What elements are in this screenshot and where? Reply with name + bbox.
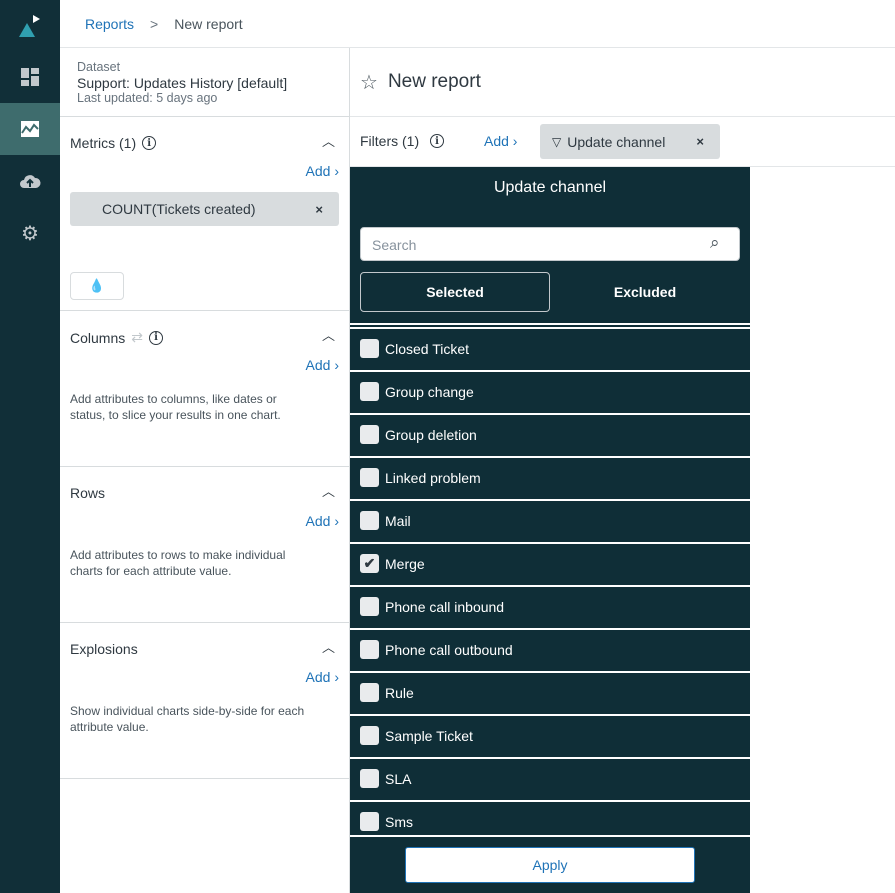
search-input[interactable]: Search bbox=[360, 227, 740, 261]
metric-pill[interactable]: COUNT(Tickets created) × bbox=[70, 192, 339, 226]
add-row-button[interactable]: Add › bbox=[306, 513, 339, 529]
option-label: Sample Ticket bbox=[385, 727, 473, 744]
option-label: Group change bbox=[385, 383, 474, 400]
checkbox[interactable]: ✔ bbox=[360, 554, 379, 573]
option-label: Linked problem bbox=[385, 469, 481, 486]
add-filter-button[interactable]: Add › bbox=[484, 133, 517, 149]
dataset-info: Dataset Support: Updates History [defaul… bbox=[60, 48, 349, 117]
add-explosion-button[interactable]: Add › bbox=[306, 669, 339, 685]
report-config-panel: Dataset Support: Updates History [defaul… bbox=[60, 48, 350, 893]
report-header: ☆ New report bbox=[350, 48, 895, 117]
option-label: SLA bbox=[385, 770, 412, 787]
info-icon[interactable]: i bbox=[148, 330, 163, 345]
columns-section: Columns ⇄ i ︿ Add › Add attributes to colu… bbox=[60, 311, 349, 467]
collapse-chevron-icon[interactable]: ︿ bbox=[322, 325, 335, 344]
metric-label: COUNT(Tickets created) bbox=[102, 201, 256, 217]
dataset-name[interactable]: Support: Updates History [default] bbox=[77, 75, 332, 91]
list-item[interactable]: Mail bbox=[350, 499, 750, 540]
filter-chip[interactable]: ▽ Update channel × bbox=[540, 124, 720, 159]
option-label: Rule bbox=[385, 684, 414, 701]
filters-bar: Filters (1) i Add › ▽ Update channel × bbox=[350, 117, 895, 167]
breadcrumb-reports-link[interactable]: Reports bbox=[85, 16, 134, 32]
star-icon[interactable]: ☆ bbox=[360, 70, 378, 95]
list-item[interactable]: Rule bbox=[350, 671, 750, 712]
report-title[interactable]: New report bbox=[388, 71, 481, 93]
checkbox[interactable] bbox=[360, 683, 379, 702]
explosions-section: Explosions ︿ Add › Show individual chart… bbox=[60, 623, 349, 779]
columns-title: Columns bbox=[70, 329, 126, 346]
gear-icon[interactable]: ⚙ bbox=[0, 207, 60, 259]
filter-icon: ▽ bbox=[552, 134, 562, 149]
option-label: Phone call inbound bbox=[385, 598, 505, 615]
explosions-title: Explosions bbox=[70, 641, 138, 657]
app-sidebar: ⚙ bbox=[0, 0, 60, 893]
dataset-label: Dataset bbox=[77, 60, 121, 74]
apply-button[interactable]: Apply bbox=[405, 847, 695, 883]
add-column-button[interactable]: Add › bbox=[306, 357, 339, 373]
dataset-updated: Last updated: 5 days ago bbox=[77, 91, 218, 105]
checkbox[interactable] bbox=[360, 382, 379, 401]
color-drop-button[interactable]: 💧 bbox=[70, 272, 124, 300]
list-item[interactable]: Linked problem bbox=[350, 456, 750, 497]
filter-popover: Update channel Search ⌕ Selected Exclude… bbox=[350, 167, 750, 893]
option-label: Sms bbox=[385, 813, 413, 830]
breadcrumb-current: New report bbox=[174, 15, 243, 32]
logo-icon[interactable] bbox=[0, 0, 60, 52]
option-label: Merge bbox=[385, 555, 425, 572]
list-item[interactable]: Group change bbox=[350, 370, 750, 411]
checkbox[interactable] bbox=[360, 339, 379, 358]
list-item[interactable]: Sms bbox=[350, 800, 750, 835]
checkbox[interactable] bbox=[360, 597, 379, 616]
list-item[interactable]: Closed Ticket bbox=[350, 327, 750, 368]
remove-metric-icon[interactable]: × bbox=[315, 202, 323, 217]
reports-icon[interactable] bbox=[0, 103, 60, 155]
breadcrumb: Reports > New report bbox=[60, 0, 895, 48]
dashboard-icon[interactable] bbox=[0, 51, 60, 103]
collapse-chevron-icon[interactable]: ︿ bbox=[322, 637, 335, 656]
remove-filter-icon[interactable]: × bbox=[696, 134, 704, 149]
search-icon: ⌕ bbox=[710, 233, 720, 252]
popover-title: Update channel bbox=[493, 179, 607, 196]
info-icon[interactable]: i bbox=[430, 134, 444, 148]
checkbox[interactable] bbox=[360, 726, 379, 745]
upload-cloud-icon[interactable] bbox=[0, 155, 60, 207]
collapse-chevron-icon[interactable]: ︿ bbox=[322, 131, 335, 150]
columns-help: Add attributes to columns, like dates or… bbox=[70, 392, 281, 422]
list-item[interactable]: Sample Ticket bbox=[350, 714, 750, 755]
metrics-section: Metrics (1) i ︿ Add › COUNT(Tickets creat… bbox=[60, 117, 349, 311]
option-label: Phone call outbound bbox=[385, 641, 513, 658]
checkbox[interactable] bbox=[360, 769, 379, 788]
option-label: Mail bbox=[385, 512, 411, 529]
option-label: Closed Ticket bbox=[385, 340, 470, 357]
checkbox[interactable] bbox=[360, 812, 379, 831]
option-label: Group deletion bbox=[385, 426, 477, 443]
list-item[interactable]: ✔ Merge bbox=[350, 542, 750, 583]
filters-title: Filters (1) bbox=[360, 133, 420, 149]
checkbox[interactable] bbox=[360, 468, 379, 487]
list-item[interactable]: Phone call inbound bbox=[350, 585, 750, 626]
rows-help: Add attributes to rows to make individua… bbox=[70, 548, 286, 578]
breadcrumb-separator: > bbox=[150, 15, 159, 32]
tab-selected[interactable]: Selected bbox=[360, 272, 550, 312]
options-list[interactable]: Closed Ticket Group change Group deletion L… bbox=[350, 323, 750, 835]
metrics-title: Metrics (1) bbox=[70, 135, 137, 151]
checkbox[interactable] bbox=[360, 425, 379, 444]
collapse-chevron-icon[interactable]: ︿ bbox=[322, 481, 335, 500]
list-item[interactable]: SLA bbox=[350, 757, 750, 798]
checkbox[interactable] bbox=[360, 511, 379, 530]
tab-excluded[interactable]: Excluded bbox=[550, 272, 740, 312]
rows-section: Rows ︿ Add › Add attributes to rows to m… bbox=[60, 467, 349, 623]
list-item[interactable]: Phone call outbound bbox=[350, 628, 750, 669]
swap-icon[interactable]: ⇄ bbox=[131, 329, 143, 346]
rows-title: Rows bbox=[70, 485, 106, 501]
filter-chip-label: Update channel bbox=[567, 133, 666, 150]
list-item[interactable]: Group deletion bbox=[350, 413, 750, 454]
popover-footer: Apply bbox=[350, 835, 750, 893]
add-metric-button[interactable]: Add › bbox=[306, 163, 339, 179]
explosions-help: Show individual charts side-by-side for … bbox=[70, 704, 305, 734]
checkbox[interactable] bbox=[360, 640, 379, 659]
info-icon[interactable]: i bbox=[142, 136, 157, 150]
